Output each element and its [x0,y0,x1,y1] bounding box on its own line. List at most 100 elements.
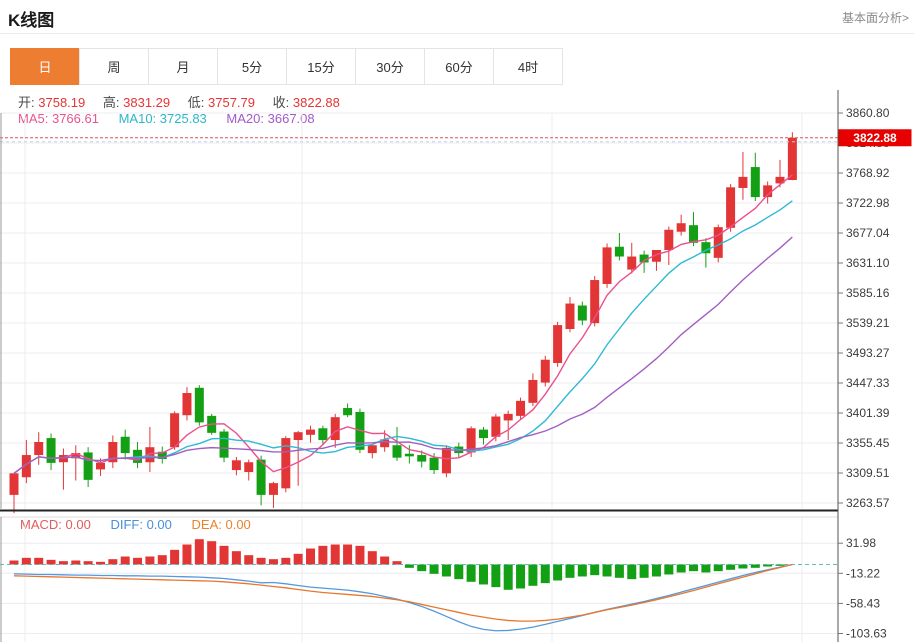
candle-down [751,167,760,197]
price-tick-label: 3493.27 [846,346,890,360]
candle-up [244,462,253,472]
macd-bar-up [10,560,19,564]
candle-down [689,225,698,243]
macd-bar-up [257,558,266,565]
candle-up [565,304,574,329]
macd-bar-down [677,564,686,572]
candle-up [491,417,500,437]
diff-line [14,564,792,630]
kline-chart-canvas[interactable]: 3860.803814.863768.923722.983677.043631.… [0,90,914,642]
macd-tick-label: -58.43 [846,596,880,610]
macd-bar-down [479,564,488,584]
macd-bar-down [603,564,612,576]
price-tick-label: 3309.51 [846,466,890,480]
macd-bar-down [726,564,735,569]
tab-hour4[interactable]: 4时 [493,48,563,85]
candle-up [516,401,525,416]
candle-up [331,417,340,440]
candle-down [393,445,402,457]
candle-down [318,428,327,440]
macd-bar-down [689,564,698,571]
price-tick-label: 3768.92 [846,166,890,180]
macd-bar-down [565,564,574,577]
macd-bar-up [121,557,130,565]
macd-bar-up [22,558,31,565]
ma5-line [14,175,792,474]
macd-bar-up [47,560,56,565]
macd-bar-up [220,546,229,565]
price-tick-label: 3539.21 [846,316,890,330]
macd-bar-up [182,545,191,565]
candle-down [578,306,587,321]
candle-up [504,414,513,421]
candle-up [34,442,43,455]
candle-down [195,388,204,423]
macd-tick-label: -103.63 [846,627,887,641]
candle-down [417,455,426,462]
tab-week[interactable]: 周 [79,48,149,85]
macd-bar-up [195,539,204,564]
candle-up [232,460,241,470]
macd-bar-down [528,564,537,585]
price-tick-label: 3263.57 [846,496,890,510]
macd-bar-down [738,564,747,568]
macd-bar-up [281,558,290,565]
macd-bar-up [170,550,179,565]
candle-up [627,257,636,270]
macd-bar-up [294,554,303,565]
fundamental-analysis-link[interactable]: 基本面分析> [842,9,909,26]
candle-up [182,393,191,415]
candle-up [553,325,562,363]
tab-min60[interactable]: 60分 [424,48,494,85]
macd-bar-down [615,564,624,577]
candle-up [306,430,315,435]
macd-bar-down [454,564,463,579]
price-tick-label: 3401.39 [846,406,890,420]
macd-bar-up [71,560,80,564]
macd-bar-up [343,545,352,565]
macd-bar-up [355,546,364,565]
macd-bar-down [430,564,439,573]
macd-bar-down [516,564,525,588]
tab-day[interactable]: 日 [10,48,80,85]
page-title: K线图 [8,6,54,31]
macd-bar-up [380,557,389,565]
candle-up [714,227,723,258]
candle-up [788,138,797,180]
macd-bar-down [578,564,587,576]
tab-min5[interactable]: 5分 [217,48,287,85]
macd-bar-down [491,564,500,587]
macd-bar-down [627,564,636,579]
macd-bar-up [244,555,253,564]
candle-down [121,437,130,453]
candle-up [677,223,686,231]
candle-down [343,408,352,415]
macd-bar-up [232,551,241,564]
current-price-tag-label: 3822.88 [853,131,897,145]
price-tick-label: 3585.16 [846,286,890,300]
tab-month[interactable]: 月 [148,48,218,85]
macd-bar-up [269,559,278,564]
price-tick-label: 3722.98 [846,196,890,210]
candle-up [294,432,303,440]
macd-bar-down [590,564,599,575]
macd-tick-label: -13.22 [846,566,880,580]
candle-up [738,177,747,188]
tab-min30[interactable]: 30分 [355,48,425,85]
macd-bar-up [306,549,315,565]
ma10-line [14,201,792,474]
macd-bar-down [640,564,649,577]
macd-bar-up [207,541,216,564]
candle-up [726,187,735,227]
macd-bar-down [442,564,451,576]
price-tick-label: 3447.33 [846,376,890,390]
macd-bar-down [553,564,562,580]
price-tick-label: 3677.04 [846,226,890,240]
macd-bar-up [145,557,154,565]
candle-down [615,247,624,257]
tab-min15[interactable]: 15分 [286,48,356,85]
macd-bar-up [331,545,340,565]
macd-bar-up [158,555,167,564]
macd-bar-up [133,558,142,565]
macd-bar-up [34,558,43,565]
